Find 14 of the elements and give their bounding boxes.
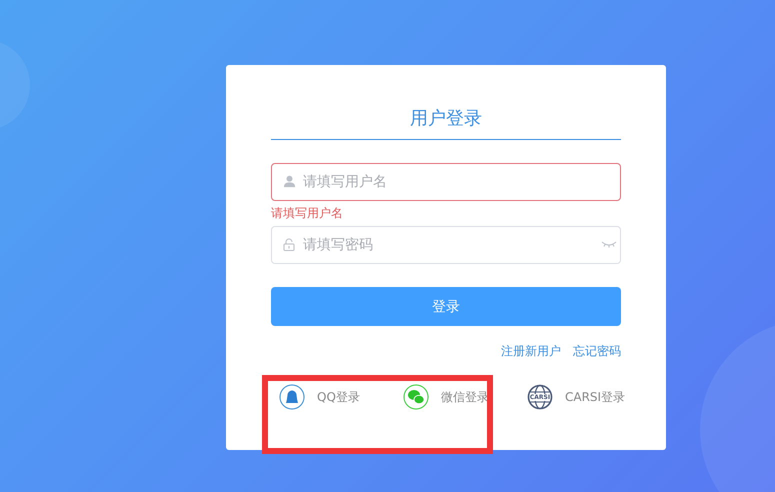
social-login-link[interactable]: QQ登录 (317, 388, 360, 406)
password-field[interactable]: 请填写密码 (271, 226, 621, 264)
chat-bubbles-icon[interactable] (403, 384, 429, 410)
username-field[interactable]: 请填写用户名 (271, 163, 621, 201)
error-message: 请填写用户名 (271, 205, 344, 222)
login-button[interactable]: 登录 (271, 287, 621, 326)
social-login-link[interactable]: CARSI登录 (565, 388, 626, 406)
text-link[interactable]: 忘记密码 (573, 343, 621, 360)
user-icon (283, 175, 296, 188)
social-login-link[interactable]: 微信登录 (441, 388, 489, 406)
eye-closed-icon[interactable] (601, 241, 617, 249)
card-title: 用户登录 (409, 107, 483, 131)
lock-icon (283, 238, 295, 251)
text-link[interactable]: 注册新用户 (501, 343, 561, 360)
